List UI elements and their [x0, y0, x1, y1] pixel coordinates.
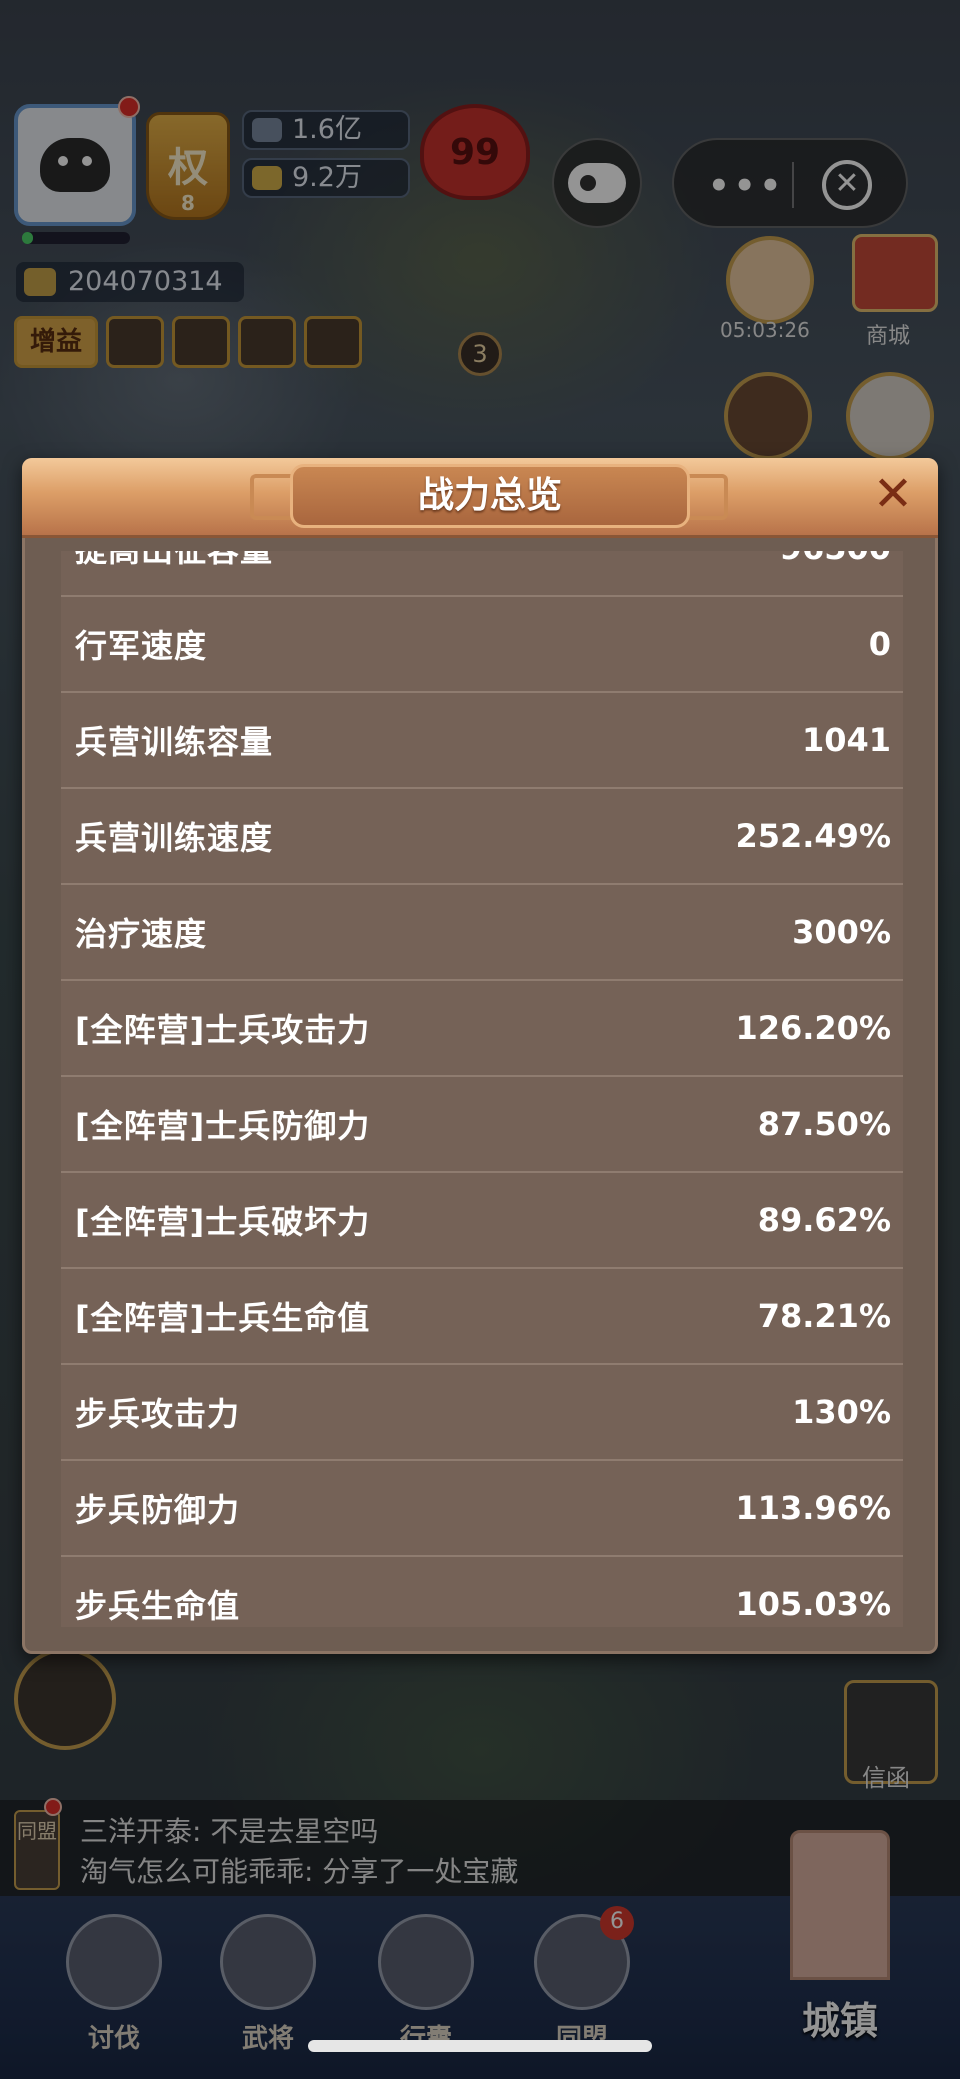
stat-name: 步兵攻击力	[75, 1395, 241, 1433]
stat-name: 治疗速度	[75, 915, 208, 953]
modal-close-icon[interactable]: ✕	[870, 470, 916, 518]
stat-row: [全阵营]士兵防御力 87.50%	[61, 1077, 903, 1173]
stat-value: 130%	[792, 1393, 891, 1431]
stat-row: 治疗速度 300%	[61, 885, 903, 981]
stat-name: [全阵营]士兵生命值	[75, 1299, 371, 1337]
stat-row: 步兵生命值 105.03%	[61, 1557, 903, 1627]
stat-name: 兵营训练容量	[75, 723, 274, 761]
stat-value: 0	[868, 625, 891, 663]
stat-name: [全阵营]士兵防御力	[75, 1107, 371, 1145]
stat-row: 步兵攻击力 130%	[61, 1365, 903, 1461]
stat-row: 行军速度 0	[61, 597, 903, 693]
stat-value: 105.03%	[735, 1585, 891, 1623]
stat-name: 行军速度	[75, 627, 208, 665]
stat-value: 300%	[792, 913, 891, 951]
stat-value: 113.96%	[735, 1489, 891, 1527]
modal-title: 战力总览	[290, 464, 690, 528]
stats-list-viewport[interactable]: 提高出征容量 96500 行军速度 0 兵营训练容量 1041 兵营训练速度 252.49% 治…	[61, 551, 903, 1627]
stat-value: 78.21%	[757, 1297, 891, 1335]
stat-row: [全阵营]士兵攻击力 126.20%	[61, 981, 903, 1077]
stat-name: 兵营训练速度	[75, 819, 274, 857]
stat-value: 89.62%	[757, 1201, 891, 1239]
stat-value: 1041	[801, 721, 891, 759]
stat-row: [全阵营]士兵生命值 78.21%	[61, 1269, 903, 1365]
stats-list: 提高出征容量 96500 行军速度 0 兵营训练容量 1041 兵营训练速度 252.49% 治…	[61, 551, 903, 1627]
stat-name: [全阵营]士兵攻击力	[75, 1011, 371, 1049]
stat-name: [全阵营]士兵破坏力	[75, 1203, 371, 1241]
stat-name: 步兵生命值	[75, 1587, 241, 1625]
power-overview-modal: 战力总览 ✕ 提高出征容量 96500 行军速度 0 兵营训练容量 1041 兵营训练速度 2…	[22, 458, 938, 1654]
stat-value: 126.20%	[735, 1009, 891, 1047]
stat-value: 96500	[780, 551, 891, 567]
stat-row: 步兵防御力 113.96%	[61, 1461, 903, 1557]
modal-header: 战力总览 ✕	[22, 458, 938, 538]
home-indicator	[308, 2040, 652, 2052]
stat-row: [全阵营]士兵破坏力 89.62%	[61, 1173, 903, 1269]
stat-row: 提高出征容量 96500	[61, 551, 903, 597]
stat-row: 兵营训练速度 252.49%	[61, 789, 903, 885]
stat-value: 252.49%	[735, 817, 891, 855]
stat-name: 提高出征容量	[75, 551, 273, 571]
stat-name: 步兵防御力	[75, 1491, 241, 1529]
stat-row: 兵营训练容量 1041	[61, 693, 903, 789]
stat-value: 87.50%	[757, 1105, 891, 1143]
